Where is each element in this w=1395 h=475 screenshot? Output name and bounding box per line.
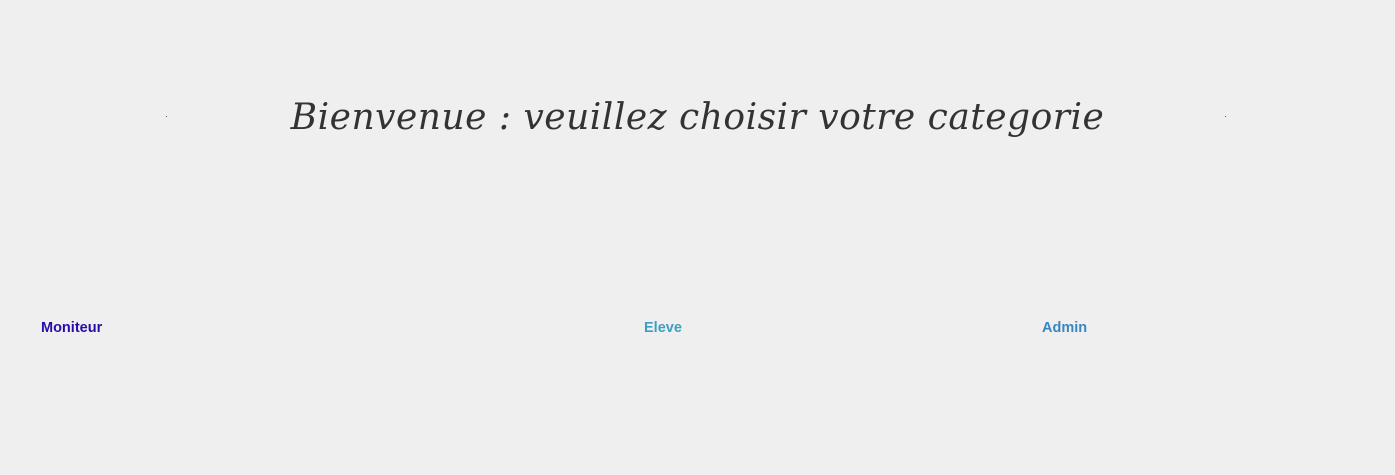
page-title: Bienvenue : veuillez choisir votre categ… [290, 97, 1105, 138]
category-link-admin[interactable]: Admin [1042, 319, 1087, 337]
header: Bienvenue : veuillez choisir votre categ… [0, 88, 1395, 148]
category-link-moniteur[interactable]: Moniteur [41, 319, 102, 337]
decorative-dot-right [1225, 116, 1226, 117]
category-link-eleve[interactable]: Eleve [644, 319, 682, 337]
